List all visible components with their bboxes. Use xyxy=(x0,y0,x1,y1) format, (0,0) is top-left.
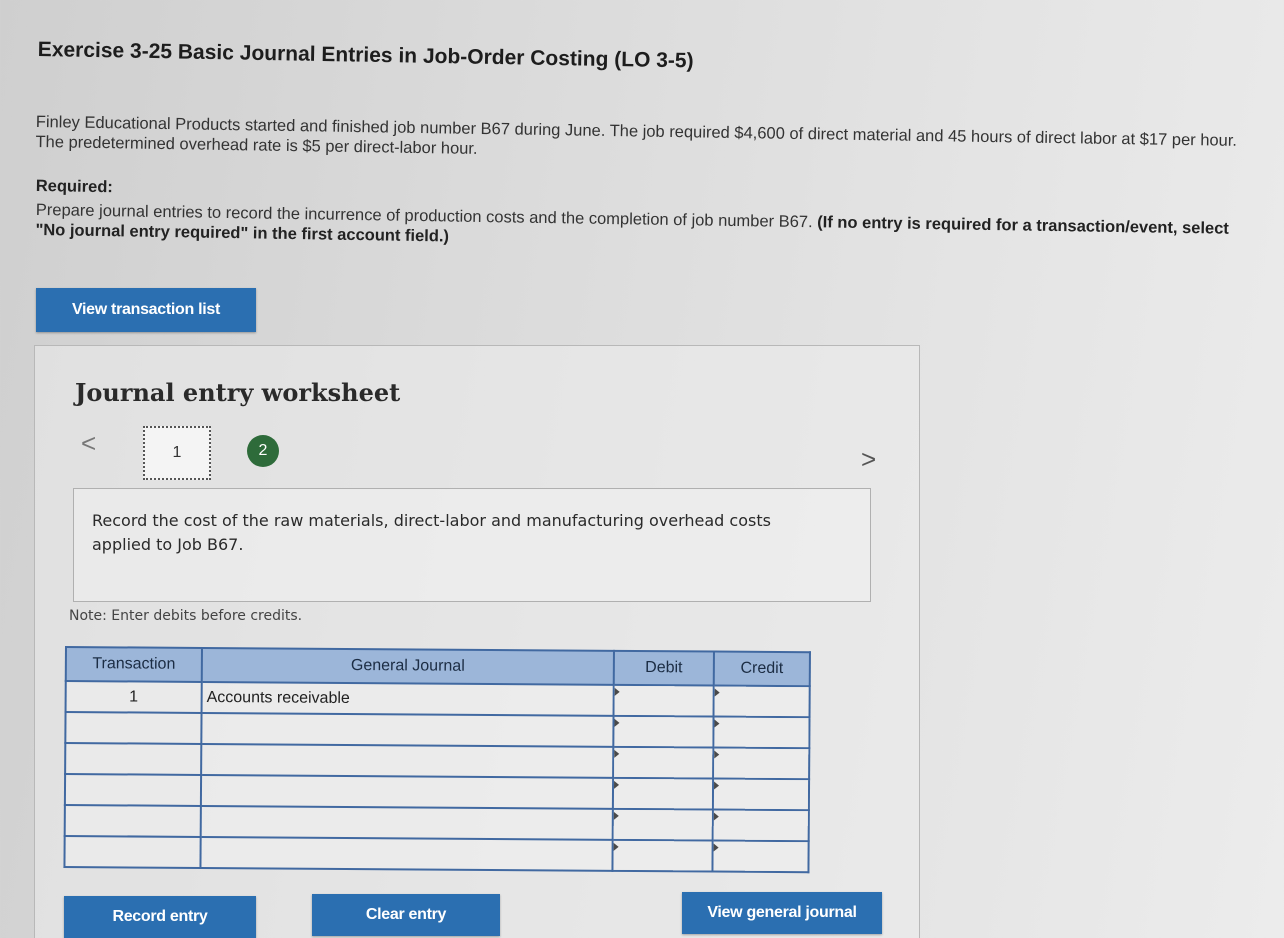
account-select[interactable] xyxy=(200,805,613,840)
entry-note: Note: Enter debits before credits. xyxy=(69,608,303,624)
table-row xyxy=(64,805,809,842)
table-row xyxy=(65,712,810,749)
debit-input[interactable] xyxy=(613,746,714,779)
journal-entry-worksheet: Journal entry worksheet < 1 2 > Record t… xyxy=(34,345,920,938)
view-general-journal-button[interactable]: View general journal xyxy=(682,892,882,934)
account-select[interactable] xyxy=(200,836,613,871)
account-select[interactable] xyxy=(200,774,614,809)
view-transaction-list-button[interactable]: View transaction list xyxy=(36,288,256,332)
header-general-journal: General Journal xyxy=(201,647,614,685)
account-select[interactable] xyxy=(201,743,614,778)
transaction-cell xyxy=(64,805,201,837)
credit-input[interactable] xyxy=(712,809,809,842)
transaction-cell xyxy=(65,743,202,775)
header-credit: Credit xyxy=(713,651,810,687)
record-entry-button[interactable]: Record entry xyxy=(64,896,256,938)
table-row: 1 Accounts receivable xyxy=(65,681,810,718)
debit-input[interactable] xyxy=(613,715,714,748)
credit-input[interactable] xyxy=(712,840,809,873)
entry-description-box: Record the cost of the raw materials, di… xyxy=(73,488,871,602)
table-row xyxy=(64,774,810,811)
credit-input[interactable] xyxy=(713,716,810,749)
problem-intro: Finley Educational Products started and … xyxy=(35,112,1238,158)
transaction-cell xyxy=(65,712,202,744)
table-header-row: Transaction General Journal Debit Credit xyxy=(65,647,810,687)
debit-input[interactable] xyxy=(612,808,713,841)
transaction-cell xyxy=(64,836,201,868)
worksheet-step-1[interactable]: 1 xyxy=(143,426,211,480)
credit-input[interactable] xyxy=(713,685,810,718)
transaction-cell xyxy=(64,774,202,806)
worksheet-title: Journal entry worksheet xyxy=(75,378,401,407)
chevron-left-icon[interactable]: < xyxy=(81,428,96,459)
table-row xyxy=(65,743,810,780)
credit-input[interactable] xyxy=(713,747,810,780)
entry-description: Record the cost of the raw materials, di… xyxy=(92,511,771,554)
chevron-right-icon[interactable]: > xyxy=(861,444,876,475)
debit-input[interactable] xyxy=(612,839,713,872)
clear-entry-button[interactable]: Clear entry xyxy=(312,894,500,936)
page-title: Exercise 3-25 Basic Journal Entries in J… xyxy=(37,38,694,73)
credit-input[interactable] xyxy=(712,778,810,811)
header-transaction: Transaction xyxy=(65,647,202,682)
account-select[interactable]: Accounts receivable xyxy=(201,681,614,716)
general-journal-table: Transaction General Journal Debit Credit… xyxy=(63,646,811,873)
worksheet-step-2[interactable]: 2 xyxy=(247,435,279,467)
table-row xyxy=(64,836,809,873)
debit-input[interactable] xyxy=(613,684,714,717)
debit-input[interactable] xyxy=(612,777,714,810)
account-select[interactable] xyxy=(201,712,614,747)
transaction-cell: 1 xyxy=(65,681,202,713)
header-debit: Debit xyxy=(613,650,714,686)
